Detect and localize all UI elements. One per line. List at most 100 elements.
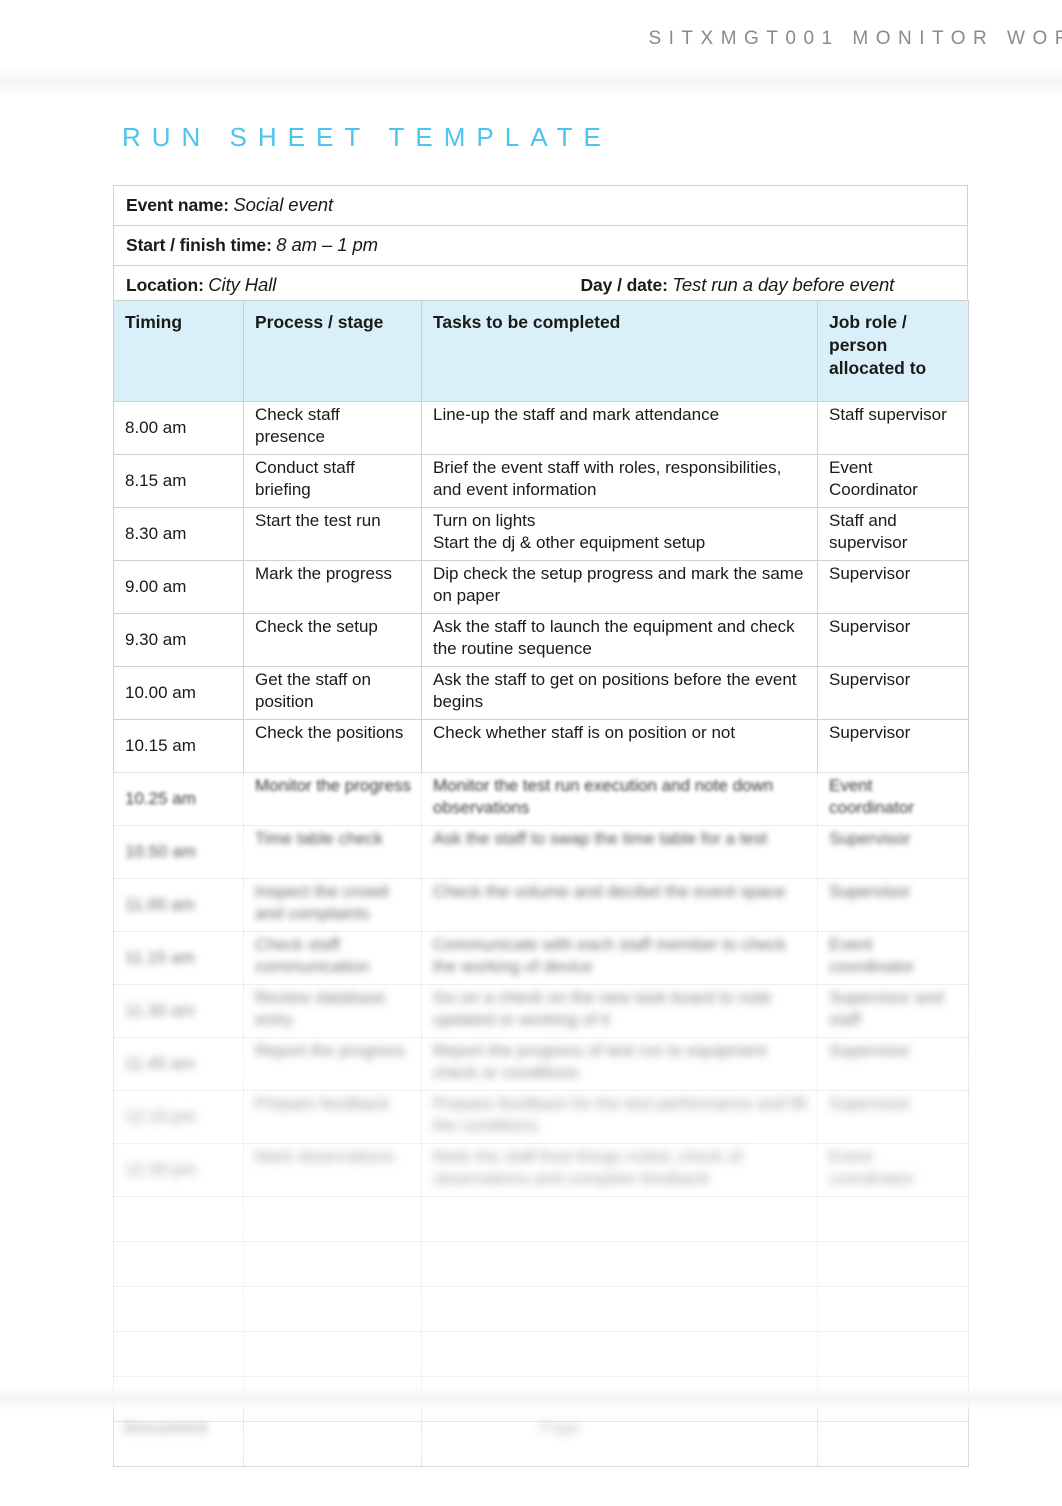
- cell-tasks: Check whether staff is on position or no…: [421, 719, 818, 773]
- cell-role: Staff and supervisor: [817, 507, 969, 561]
- run-sheet-table: Timing Process / stage Tasks to be compl…: [113, 300, 969, 1467]
- cell-timing: 11.15 am: [113, 931, 244, 985]
- document-page: SITXMGT001 MONITOR WOR RUN SHEET TEMPLAT…: [0, 0, 1062, 1506]
- cell-role: Event coordinator: [817, 931, 969, 985]
- page-title: RUN SHEET TEMPLATE: [122, 122, 612, 152]
- running-header: SITXMGT001 MONITOR WOR: [0, 28, 1062, 62]
- cell-tasks: Ask the staff to swap the time table for…: [421, 825, 818, 879]
- cell-process: Mark the progress: [243, 560, 422, 614]
- table-row: 11.15 am Check staff communication Communi…: [113, 931, 969, 985]
- cell-tasks: Check the volume and decibel the event s…: [421, 878, 818, 932]
- cell-role: Supervisor: [817, 719, 969, 773]
- table-row: 8.00 am Check staff presence Line-up the s…: [113, 401, 969, 455]
- cell-timing: 11.00 am: [113, 878, 244, 932]
- table-row: 10.25 am Monitor the progress Monitor the …: [113, 772, 969, 826]
- cell-timing: 8.30 am: [113, 507, 244, 561]
- cell-empty: [421, 1241, 818, 1287]
- table-row: 12.30 pm Mark observations Mark the staff …: [113, 1143, 969, 1197]
- cell-timing: 11.30 am: [113, 984, 244, 1038]
- cell-process: Start the test run: [243, 507, 422, 561]
- cell-tasks: Mark the staff final things noted, check…: [421, 1143, 818, 1197]
- cell-empty: [243, 1286, 422, 1332]
- cell-role: Event Coordinator: [817, 454, 969, 508]
- cell-empty: [421, 1286, 818, 1332]
- cell-tasks: Dip check the setup progress and mark th…: [421, 560, 818, 614]
- cell-timing: 8.00 am: [113, 401, 244, 455]
- cell-process: Prepare feedback: [243, 1090, 422, 1144]
- cell-role: Supervisor: [817, 613, 969, 667]
- table-row-empty: [113, 1331, 969, 1377]
- cell-tasks: Go on a check on the new task board to n…: [421, 984, 818, 1038]
- table-row: 8.30 am Start the test run Turn on lights S…: [113, 507, 969, 561]
- cell-empty: [243, 1331, 422, 1377]
- cell-timing: 10.00 am: [113, 666, 244, 720]
- cell-timing: 8.15 am: [113, 454, 244, 508]
- table-row: 9.00 am Mark the progress Dip check the se…: [113, 560, 969, 614]
- cell-empty: [243, 1196, 422, 1242]
- table-row: 9.30 am Check the setup Ask the staff to l…: [113, 613, 969, 667]
- table-row: 11.00 am Inspect the crowd and complaints…: [113, 878, 969, 932]
- table-row: 8.15 am Conduct staff briefing Brief the e…: [113, 454, 969, 508]
- cell-process: Report the progress: [243, 1037, 422, 1091]
- run-sheet-body: 8.00 am Check staff presence Line-up the s…: [113, 401, 969, 1467]
- table-header-row: Timing Process / stage Tasks to be compl…: [113, 300, 969, 402]
- cell-timing: 11.45 am: [113, 1037, 244, 1091]
- cell-tasks: Turn on lights Start the dj & other equip…: [421, 507, 818, 561]
- cell-tasks: Prepare feedback for the test performanc…: [421, 1090, 818, 1144]
- column-header-tasks: Tasks to be completed: [421, 300, 818, 402]
- cell-role: Supervisor and staff: [817, 984, 969, 1038]
- cell-role: Event coordinator: [817, 1143, 969, 1197]
- column-header-timing: Timing: [113, 300, 244, 402]
- cell-empty: [817, 1196, 969, 1242]
- table-row: 10.50 am Time table check Ask the staff to…: [113, 825, 969, 879]
- cell-tasks: Report the progress of test run to equip…: [421, 1037, 818, 1091]
- running-header-text: SITXMGT001 MONITOR WOR: [648, 28, 1062, 49]
- info-cell-event-name: Event name: Social event: [113, 185, 968, 226]
- event-name-value: Social event: [233, 194, 334, 215]
- cell-empty: [113, 1196, 244, 1242]
- cell-timing: 10.25 am: [113, 772, 244, 826]
- table-row: 11.30 am Review database entry Go on a che…: [113, 984, 969, 1038]
- cell-empty: [113, 1331, 244, 1377]
- info-row-event-name: Event name: Social event: [113, 185, 968, 226]
- footer-center-text: Page: [540, 1418, 580, 1437]
- cell-empty: [113, 1286, 244, 1332]
- info-cell-time: Start / finish time: 8 am – 1 pm: [113, 225, 968, 266]
- table-row: 10.15 am Check the positions Check whether…: [113, 719, 969, 773]
- cell-empty: [243, 1241, 422, 1287]
- info-row-time: Start / finish time: 8 am – 1 pm: [113, 225, 968, 266]
- cell-process: Monitor the progress: [243, 772, 422, 826]
- cell-role: Event coordinator: [817, 772, 969, 826]
- start-finish-time-label: Start / finish time:: [126, 235, 272, 255]
- cell-role: Supervisor: [817, 1090, 969, 1144]
- cell-timing: 10.50 am: [113, 825, 244, 879]
- cell-role: Supervisor: [817, 560, 969, 614]
- cell-timing: 12.15 pm: [113, 1090, 244, 1144]
- cell-empty: [817, 1286, 969, 1332]
- cell-role: Supervisor: [817, 878, 969, 932]
- cell-process: Get the staff on position: [243, 666, 422, 720]
- day-date-label: Day / date:: [580, 275, 669, 295]
- cell-role: Staff supervisor: [817, 401, 969, 455]
- cell-empty: [421, 1196, 818, 1242]
- table-row-empty: [113, 1241, 969, 1287]
- cell-tasks: Ask the staff to get on positions before…: [421, 666, 818, 720]
- cell-process: Check staff presence: [243, 401, 422, 455]
- cell-timing: 9.30 am: [113, 613, 244, 667]
- day-date-value: Test run a day before event: [672, 274, 895, 295]
- location-value: City Hall: [208, 274, 277, 295]
- location-label: Location:: [126, 275, 204, 295]
- cell-process: Check staff communication: [243, 931, 422, 985]
- cell-process: Conduct staff briefing: [243, 454, 422, 508]
- cell-timing: 10.15 am: [113, 719, 244, 773]
- cell-timing: 12.30 pm: [113, 1143, 244, 1197]
- cell-role: Supervisor: [817, 825, 969, 879]
- cell-empty: [817, 1331, 969, 1377]
- table-row: 12.15 pm Prepare feedback Prepare feedback…: [113, 1090, 969, 1144]
- cell-process: Check the setup: [243, 613, 422, 667]
- event-name-label: Event name:: [126, 195, 229, 215]
- cell-process: Review database entry: [243, 984, 422, 1038]
- cell-timing: 9.00 am: [113, 560, 244, 614]
- column-header-process: Process / stage: [243, 300, 422, 402]
- table-row-empty: [113, 1196, 969, 1242]
